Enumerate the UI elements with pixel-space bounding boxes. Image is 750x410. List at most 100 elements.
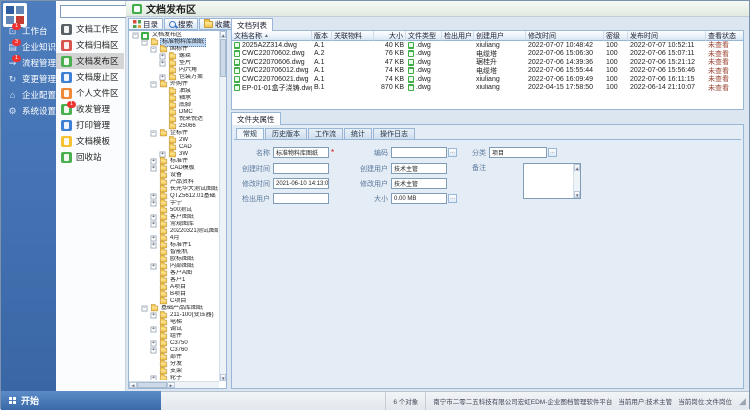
scroll-right-icon[interactable]: ► xyxy=(167,382,175,388)
table-row[interactable]: CWC220706012.dwgA.174 KB.dwg电缆塔2022-07-0… xyxy=(232,67,743,76)
collapse-icon[interactable]: − xyxy=(151,131,157,137)
column-header-6[interactable]: 检出用户 xyxy=(442,31,474,41)
field-input[interactable]: 项目 xyxy=(489,147,547,158)
module-item-4[interactable]: 文档废止区 xyxy=(56,69,124,85)
column-header-7[interactable]: 创建用户 xyxy=(474,31,526,41)
properties-tab-3[interactable]: 工作流 xyxy=(308,128,343,139)
tree-node[interactable]: +垫片 xyxy=(130,60,218,67)
field-input[interactable]: 技术主管 xyxy=(391,178,447,189)
expand-icon[interactable]: + xyxy=(151,341,157,347)
tree-node[interactable]: 内六角 xyxy=(130,67,218,74)
column-header-5[interactable]: 文件类型 xyxy=(406,31,442,41)
tree-node[interactable]: A项目 xyxy=(130,284,218,291)
table-row[interactable]: CWC22070602.dwgA.276 KB.dwg电缆塔2022-07-06… xyxy=(232,50,743,59)
module-item-1[interactable]: 文档工作区 xyxy=(56,21,124,37)
tree-node[interactable]: +包装方案 xyxy=(130,74,218,81)
tree-node[interactable]: CAD xyxy=(130,144,218,151)
tree-node[interactable]: −外购件 xyxy=(130,81,218,88)
properties-tab-5[interactable]: 操作日志 xyxy=(373,128,415,139)
collapse-icon[interactable]: − xyxy=(142,40,148,46)
sidebar-item-1[interactable]: ⊡工作台1 xyxy=(1,23,56,39)
table-row[interactable]: CWC220706021.dwgA.174 KB.dwgxiuliang2022… xyxy=(232,75,743,84)
field-input[interactable]: 2021-06-10 14:13:00 xyxy=(273,178,329,189)
tree-node[interactable]: +调试 xyxy=(130,326,218,333)
properties-tab-1[interactable]: 常规 xyxy=(236,128,264,139)
ellipsis-button[interactable]: … xyxy=(548,148,557,157)
tree-node[interactable]: 欧标图纸 xyxy=(130,256,218,263)
start-button[interactable]: 开始 xyxy=(1,391,161,410)
column-header-3[interactable]: 关联物料 xyxy=(332,31,374,41)
column-header-4[interactable]: 大小 xyxy=(374,31,406,41)
column-header-1[interactable]: 文档名称▲ xyxy=(232,31,312,41)
expand-icon[interactable]: + xyxy=(160,61,166,67)
tree-node[interactable]: −标准物料库图纸 xyxy=(130,39,218,46)
collapse-icon[interactable]: − xyxy=(142,306,148,312)
tree-node[interactable]: 油泵 xyxy=(130,88,218,95)
column-header-9[interactable]: 密级 xyxy=(604,31,628,41)
explorer-tab-2[interactable]: 搜索 xyxy=(164,18,198,30)
tree-node[interactable]: +标准件 xyxy=(130,158,218,165)
expand-icon[interactable]: + xyxy=(151,264,157,270)
tree-hscroll-thumb[interactable] xyxy=(137,382,167,388)
field-input[interactable] xyxy=(273,163,329,174)
scroll-left-icon[interactable]: ◄ xyxy=(129,382,137,388)
tree-node[interactable]: +C3750 xyxy=(130,340,218,347)
table-row[interactable]: CWC22070606.dwgA.147 KB.dwg琚桂升2022-07-06… xyxy=(232,58,743,67)
tree-node[interactable]: 产品资料 xyxy=(130,179,218,186)
ellipsis-button[interactable]: … xyxy=(448,148,457,157)
tree-node[interactable]: +螺丝 xyxy=(130,53,218,60)
remark-textarea[interactable]: ▲▼ xyxy=(523,163,581,199)
properties-tab-4[interactable]: 统计 xyxy=(344,128,372,139)
ellipsis-button[interactable]: … xyxy=(448,194,457,203)
tree-node[interactable]: 长光华大测试图纸 xyxy=(130,186,218,193)
resize-grip[interactable]: ◢ xyxy=(739,392,749,410)
module-item-5[interactable]: 个人文件区 xyxy=(56,85,124,101)
column-header-2[interactable]: 版本 xyxy=(312,31,332,41)
sidebar-item-5[interactable]: ⌂企业配置 xyxy=(1,87,56,103)
sidebar-item-3[interactable]: ⇝流程管理1 xyxy=(1,55,56,71)
field-input[interactable]: 技术主管 xyxy=(391,163,447,174)
table-row[interactable]: 2025A2Z314.dwgA.140 KB.dwgxiuliang2022-0… xyxy=(232,41,743,50)
tree-node[interactable]: +QTZ5612.01基础 xyxy=(130,193,218,200)
tree-node[interactable]: DMC xyxy=(130,109,218,116)
expand-icon[interactable]: + xyxy=(151,194,157,200)
expand-icon[interactable]: + xyxy=(151,376,157,380)
tree-node[interactable]: +轮子 xyxy=(130,375,218,380)
tree-node[interactable]: 部件 xyxy=(130,354,218,361)
column-header-11[interactable]: 查看状态 xyxy=(706,31,744,41)
sidebar-item-4[interactable]: ↻变更管理 xyxy=(1,71,56,87)
tree-node[interactable]: 客户A图 xyxy=(130,270,218,277)
tree-scroll-thumb[interactable] xyxy=(220,39,226,77)
collapse-icon[interactable]: − xyxy=(151,47,157,53)
expand-icon[interactable]: + xyxy=(151,166,157,172)
field-input[interactable] xyxy=(273,193,329,204)
module-item-7[interactable]: 打印管理 xyxy=(56,117,124,133)
tree-vertical-scrollbar[interactable]: ▲ ▼ xyxy=(219,31,226,381)
tree-node[interactable]: 智能机 xyxy=(130,249,218,256)
module-item-8[interactable]: 文档模板 xyxy=(56,133,124,149)
tree-node[interactable]: 2W xyxy=(130,137,218,144)
expand-icon[interactable]: + xyxy=(151,215,157,221)
tree-node[interactable]: +标准件1 xyxy=(130,242,218,249)
tree-node[interactable]: +宇宁 xyxy=(130,200,218,207)
sidebar-item-6[interactable]: ⚙系统设置 xyxy=(1,103,56,119)
tree-node[interactable]: +3W xyxy=(130,151,218,158)
tree-node[interactable]: −基础产品库图纸 xyxy=(130,305,218,312)
tab-document-list[interactable]: 文档列表 xyxy=(231,18,273,31)
collapse-icon[interactable]: − xyxy=(133,33,139,39)
scroll-up-icon[interactable]: ▲ xyxy=(574,164,580,171)
tree-node[interactable]: +C3760 xyxy=(130,347,218,354)
column-header-8[interactable]: 修改时间 xyxy=(526,31,604,41)
tree-node[interactable]: C项目 xyxy=(130,298,218,305)
explorer-tab-1[interactable]: 目录 xyxy=(128,18,163,30)
scroll-down-icon[interactable]: ▼ xyxy=(574,191,580,198)
scroll-down-icon[interactable]: ▼ xyxy=(220,374,226,381)
properties-tab-2[interactable]: 历史版本 xyxy=(265,128,307,139)
tree-node[interactable]: 500测试 xyxy=(130,207,218,214)
tree-node[interactable]: −企标件 xyxy=(130,130,218,137)
tree-node[interactable]: 悦来悦达 xyxy=(130,116,218,123)
tree-node[interactable]: 25066 xyxy=(130,123,218,130)
expand-icon[interactable]: + xyxy=(151,348,157,354)
scroll-up-icon[interactable]: ▲ xyxy=(220,31,226,38)
tree-node[interactable]: 电梯 xyxy=(130,319,218,326)
